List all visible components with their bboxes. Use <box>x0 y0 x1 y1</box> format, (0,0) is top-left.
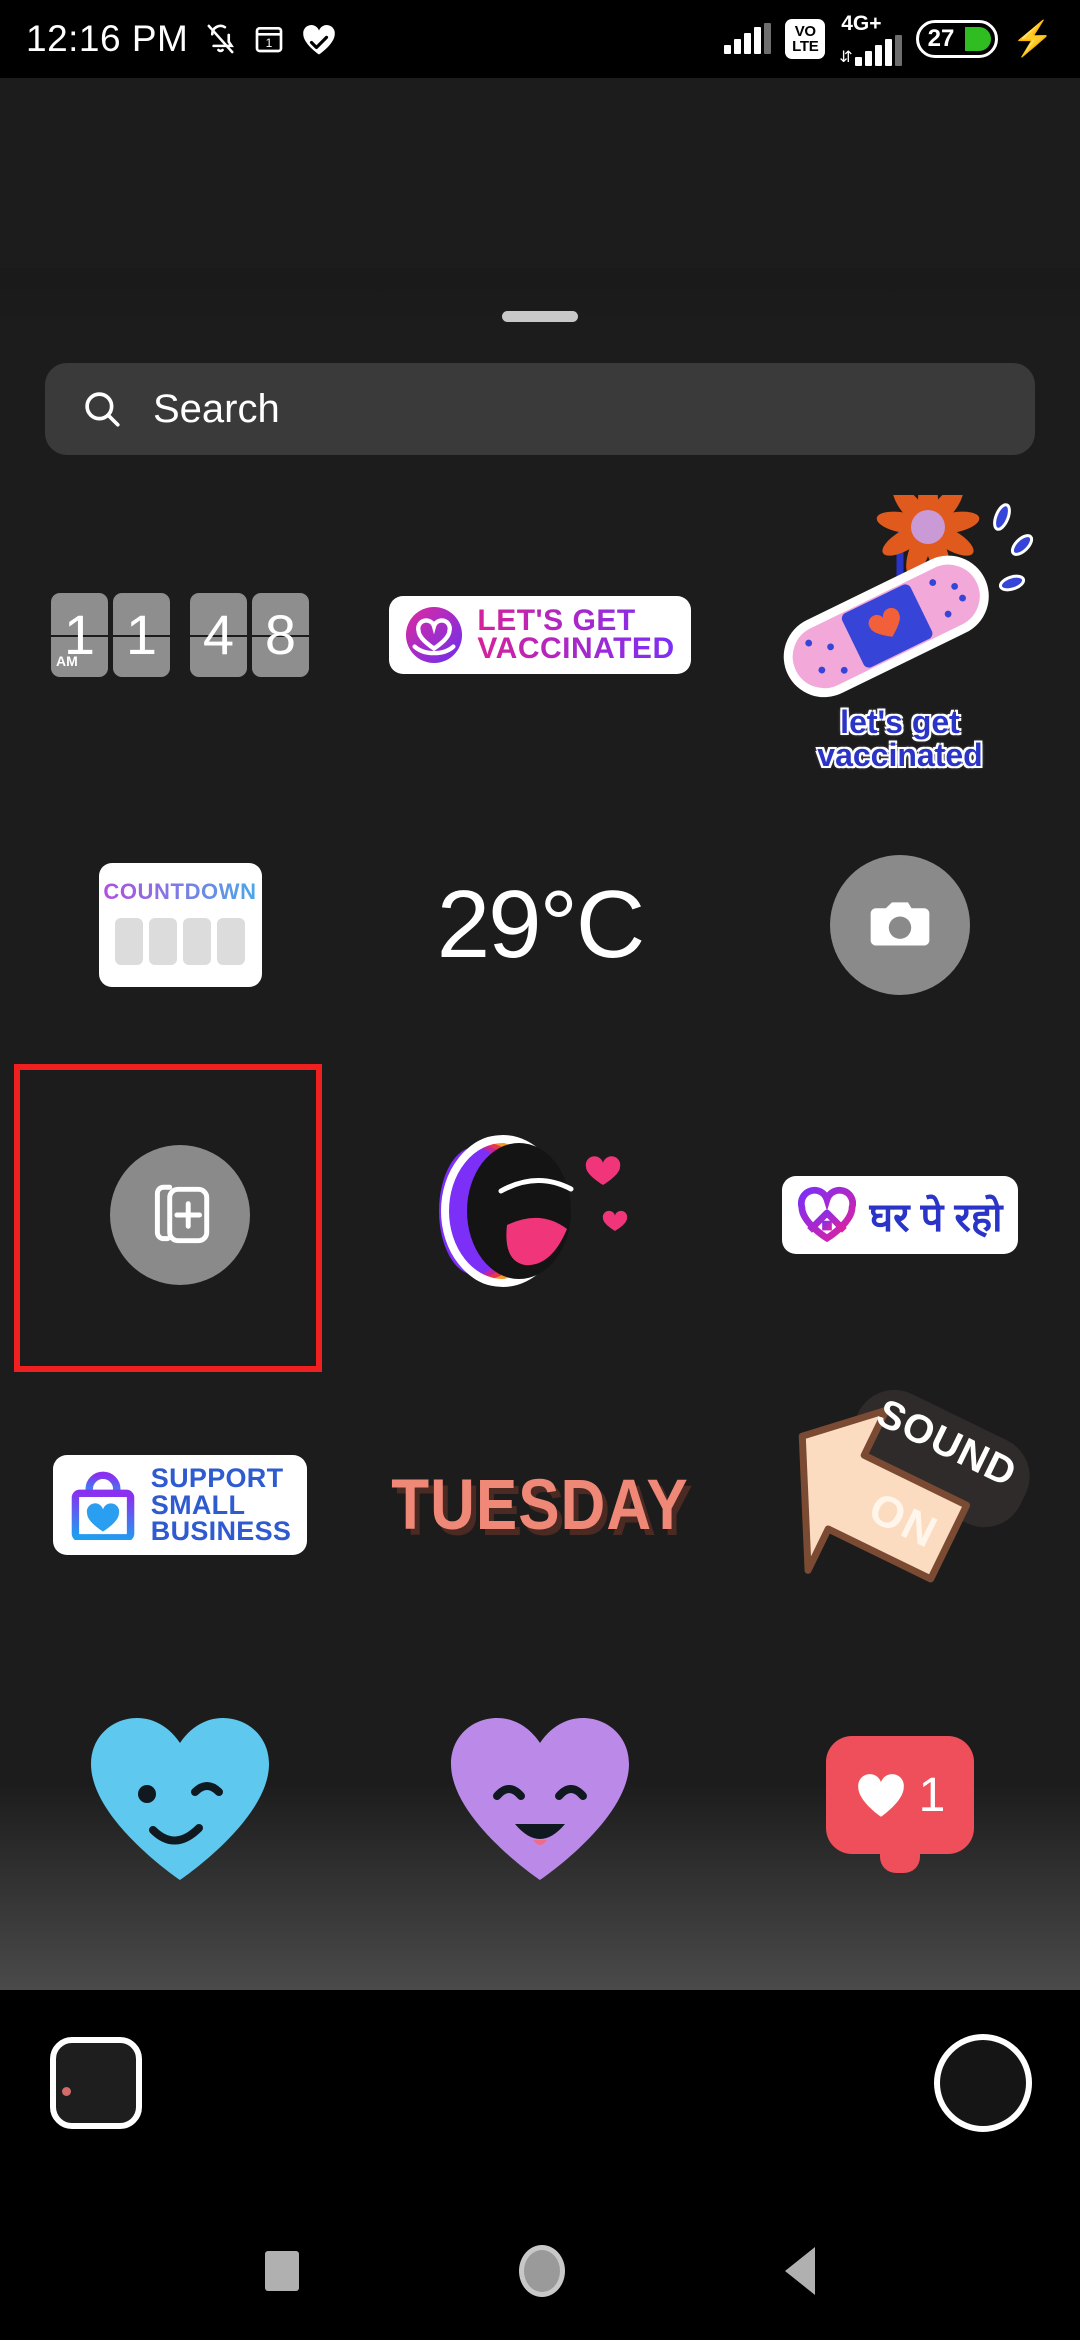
sticker-cell-camera[interactable] <box>720 780 1080 1070</box>
network-type-group: 4G+ ⇵ <box>839 11 902 66</box>
ghar-pe-raho-sticker[interactable]: घर पे रहो <box>781 1176 1019 1254</box>
flip-clock-ampm: AM <box>56 653 78 669</box>
signal-bars-sim1-icon <box>724 23 772 54</box>
photo-stack-plus-icon <box>144 1178 216 1252</box>
badge-line-1: LET'S GET <box>477 605 674 636</box>
shopping-bag-heart-icon <box>69 1470 137 1542</box>
sticker-cell-blue-heart[interactable] <box>0 1650 360 1940</box>
ssb-line-3: BUSINESS <box>150 1516 292 1547</box>
gallery-thumbnail-preview <box>70 2069 126 2099</box>
sticker-cell-support-small-business[interactable]: SUPPORT SMALL BUSINESS <box>0 1360 360 1650</box>
speaker-arrow-icon: SOUND ON <box>798 1389 1030 1583</box>
heart-ribbon-icon <box>405 606 463 664</box>
blue-winking-heart-sticker[interactable] <box>85 1708 275 1883</box>
support-small-business-text: SUPPORT SMALL BUSINESS <box>150 1463 292 1547</box>
sticker-cell-ghar-pe-raho[interactable]: घर पे रहो <box>720 1070 1080 1360</box>
sticker-grid: AM 1 1 4 8 LET'S GET VACCINATED let's ge… <box>0 475 1080 1940</box>
like-count-label: 1 <box>918 1768 946 1822</box>
svg-text:1: 1 <box>266 36 273 50</box>
sticker-cell-countdown[interactable]: COUNTDOWN <box>0 780 360 1070</box>
lets-get-vaccinated-text: LET'S GET VACCINATED <box>477 605 675 665</box>
sticker-cell-flip-clock[interactable]: AM 1 1 4 8 <box>0 490 360 780</box>
bandage-vaccinated-text: let's get vaccinated <box>750 703 1050 774</box>
calendar-1-icon: 1 <box>253 23 285 55</box>
sticker-cell-add-photo[interactable] <box>0 1064 360 1372</box>
flip-card-hour-ones: 1 <box>113 593 170 677</box>
signal-bars-sim2-icon <box>854 34 902 66</box>
battery-fill <box>964 27 991 51</box>
charging-bolt-icon: ⚡ <box>1011 20 1054 58</box>
shouting-mouth-sticker[interactable] <box>435 1123 645 1308</box>
sticker-cell-bandage-vaccinated[interactable]: let's get vaccinated <box>720 475 1080 780</box>
sticker-cell-tuesday[interactable]: TUESDAY <box>360 1360 720 1650</box>
gallery-thumbnail-dot <box>62 2087 71 2096</box>
shutter-button[interactable] <box>934 2034 1032 2132</box>
countdown-title: COUNTDOWN <box>103 879 257 904</box>
status-bar: 12:16 PM 1 VO LTE 4G+ ⇵ 27 ⚡ <box>0 0 1080 78</box>
sticker-cell-lets-get-vaccinated-badge[interactable]: LET'S GET VACCINATED <box>360 490 720 780</box>
ssb-line-1: SUPPORT <box>150 1463 284 1494</box>
open-mouth-hearts-icon <box>439 1134 628 1287</box>
flip-digit: 4 <box>202 603 235 666</box>
data-transfer-arrows-icon: ⇵ <box>839 48 852 66</box>
network-type-label: 4G+ <box>841 11 882 35</box>
winking-heart-icon <box>91 1717 269 1880</box>
android-navigation-bar <box>0 2202 1080 2340</box>
ssb-line-2: SMALL <box>150 1489 246 1520</box>
camera-bottom-bar <box>0 1990 1080 2202</box>
flip-card-minute-ones: 8 <box>252 593 309 677</box>
heart-icon <box>855 1771 907 1819</box>
countdown-sticker[interactable]: COUNTDOWN <box>98 863 262 987</box>
support-small-business-sticker[interactable]: SUPPORT SMALL BUSINESS <box>52 1455 308 1555</box>
purple-smiling-heart-sticker[interactable] <box>445 1708 635 1883</box>
sticker-tray: Search AM 1 1 4 8 LET'S GET VACCINATED l… <box>0 268 1080 1990</box>
camera-sticker[interactable] <box>830 855 970 995</box>
recents-button[interactable] <box>265 2251 299 2291</box>
sound-on-sticker[interactable]: SOUND ON <box>760 1389 1040 1620</box>
search-placeholder: Search <box>153 386 280 431</box>
flip-clock-gap <box>175 593 185 677</box>
bandage-flower-vaccinated-sticker[interactable]: let's get vaccinated <box>750 475 1050 775</box>
volte-icon: VO LTE <box>785 19 826 59</box>
flip-clock-sticker[interactable]: AM 1 1 4 8 <box>51 593 309 677</box>
sticker-cell-temperature[interactable]: 29°C <box>360 780 720 1070</box>
bandage-flower-icon <box>783 475 1034 698</box>
camera-icon <box>868 897 932 953</box>
heart-house-icon <box>797 1186 856 1244</box>
status-bar-clock: 12:16 PM <box>26 18 189 59</box>
flip-card-minute-tens: 4 <box>190 593 247 677</box>
battery-indicator: 27 <box>915 20 998 58</box>
search-input[interactable]: Search <box>45 363 1035 455</box>
add-photo-sticker[interactable] <box>110 1145 250 1285</box>
back-button[interactable] <box>785 2247 815 2295</box>
tray-drag-handle[interactable] <box>502 311 578 322</box>
sticker-cell-like-badge[interactable]: 1 <box>720 1650 1080 1940</box>
sticker-cell-purple-heart[interactable] <box>360 1650 720 1940</box>
status-bar-left: 12:16 PM 1 <box>26 18 337 60</box>
like-count-sticker[interactable]: 1 <box>826 1736 974 1854</box>
smiling-heart-icon <box>451 1717 629 1880</box>
vaccinated-line-1: let's get <box>840 703 960 740</box>
flip-digit: 1 <box>125 603 158 666</box>
heart-check-icon <box>301 23 337 56</box>
countdown-digit-blocks <box>115 918 245 965</box>
search-icon <box>81 388 123 430</box>
volte-bottom-label: LTE <box>792 38 819 55</box>
battery-percent-label: 27 <box>927 25 955 52</box>
tuesday-sticker[interactable]: TUESDAY <box>391 1464 689 1546</box>
status-bar-right: VO LTE 4G+ ⇵ 27 ⚡ <box>724 13 1054 66</box>
ghar-pe-raho-label: घर पे रहो <box>869 1195 1003 1240</box>
sticker-cell-shout-mouth[interactable] <box>360 1070 720 1360</box>
lets-get-vaccinated-badge-sticker[interactable]: LET'S GET VACCINATED <box>389 596 691 674</box>
bell-off-icon <box>204 22 237 56</box>
volte-top-label: VO <box>794 23 816 40</box>
sticker-cell-sound-on[interactable]: SOUND ON <box>720 1360 1080 1650</box>
flip-digit: 8 <box>264 603 297 666</box>
temperature-sticker[interactable]: 29°C <box>437 870 645 980</box>
gallery-thumbnail-button[interactable] <box>50 2037 142 2129</box>
flip-card-hour-tens: AM 1 <box>51 593 108 677</box>
home-button[interactable] <box>519 2245 565 2297</box>
vaccinated-line-2: vaccinated <box>817 737 983 774</box>
badge-line-2: VACCINATED <box>477 632 675 665</box>
